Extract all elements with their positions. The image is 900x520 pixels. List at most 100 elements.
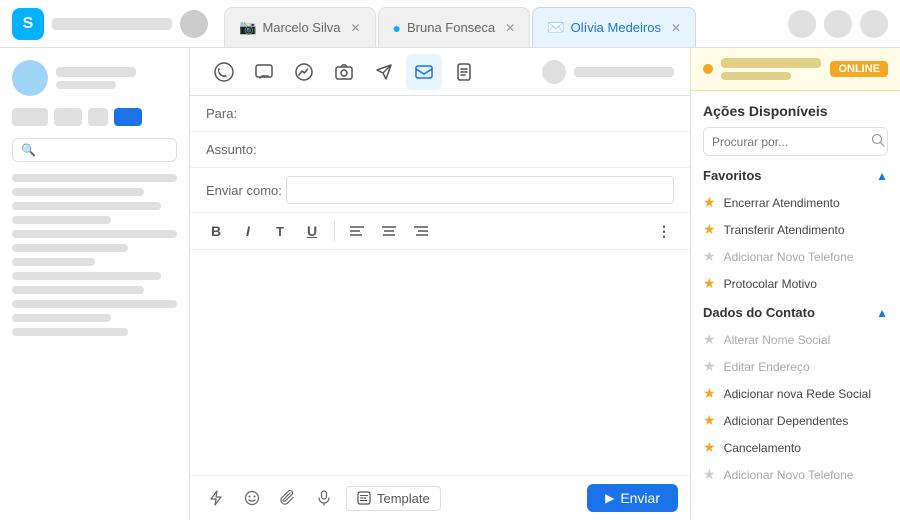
star-icon-encerrar: ★ — [703, 194, 716, 211]
tab-bruna-close[interactable]: ✕ — [505, 21, 515, 35]
template-button[interactable]: Template — [346, 486, 441, 511]
sidebar-tag-3 — [88, 108, 108, 126]
channel-bar — [190, 48, 690, 96]
rp-item-encerrar-label: Encerrar Atendimento — [724, 196, 840, 210]
sidebar-tags — [12, 108, 177, 126]
toolbar-align-right[interactable] — [407, 217, 435, 245]
footer-emoji-icon[interactable] — [238, 484, 266, 512]
compose-enviar-field: Enviar como: — [190, 168, 690, 213]
sidebar-search[interactable]: 🔍 — [12, 138, 177, 162]
rp-badge: ONLINE — [830, 61, 888, 77]
rp-item-alterar[interactable]: ★ Alterar Nome Social — [703, 326, 888, 353]
channel-camera[interactable] — [326, 54, 362, 90]
rp-search-input[interactable] — [712, 135, 867, 149]
star-icon-transferir: ★ — [703, 221, 716, 238]
rp-item-add-phone[interactable]: ★ Adicionar Novo Telefone — [703, 243, 888, 270]
toolbar-align-center[interactable] — [375, 217, 403, 245]
rp-dados-header: Dados do Contato ▲ — [703, 305, 888, 320]
sidebar-search-icon: 🔍 — [21, 143, 36, 157]
rp-header-sk2 — [721, 72, 791, 80]
rp-item-dependentes-label: Adicionar Dependentes — [724, 414, 849, 428]
footer-mic-icon[interactable] — [310, 484, 338, 512]
tab-bruna-label: Bruna Fonseca — [407, 20, 495, 35]
rp-item-add-phone-label: Adicionar Novo Telefone — [724, 250, 854, 264]
rp-item-transferir-label: Transferir Atendimento — [724, 223, 845, 237]
compose-assunto-field: Assunto: — [190, 132, 690, 168]
channel-whatsapp[interactable] — [206, 54, 242, 90]
rp-item-cancelamento[interactable]: ★ Cancelamento — [703, 434, 888, 461]
rp-header-card: ONLINE — [691, 48, 900, 91]
tab-marcelo[interactable]: 📷 Marcelo Silva ✕ — [224, 7, 376, 47]
sidebar-tag-2 — [54, 108, 82, 126]
center-panel: Para: Assunto: Enviar como: B I T U — [190, 48, 690, 520]
channel-chat[interactable] — [246, 54, 282, 90]
star-icon-protocolar: ★ — [703, 275, 716, 292]
rp-item-editar[interactable]: ★ Editar Endereço — [703, 353, 888, 380]
toolbar-italic[interactable]: I — [234, 217, 262, 245]
rp-item-add-social[interactable]: ★ Adicionar nova Rede Social — [703, 380, 888, 407]
rp-favoritos-chevron[interactable]: ▲ — [876, 169, 888, 183]
sidebar-name-skeleton — [56, 67, 136, 77]
rp-item-add-social-label: Adicionar nova Rede Social — [724, 387, 871, 401]
rp-item-protocolar[interactable]: ★ Protocolar Motivo — [703, 270, 888, 297]
rp-item-dependentes[interactable]: ★ Adicionar Dependentes — [703, 407, 888, 434]
logo-icon: S — [12, 8, 44, 40]
editor-toolbar: B I T U ⋮ — [190, 213, 690, 250]
tab-bruna[interactable]: ● Bruna Fonseca ✕ — [378, 7, 531, 47]
channel-email[interactable] — [406, 54, 442, 90]
top-bar-right — [788, 10, 888, 38]
channel-note[interactable] — [446, 54, 482, 90]
rp-header-sk1 — [721, 58, 821, 68]
sidebar-tag-blue — [114, 108, 142, 126]
footer-lightning-icon[interactable] — [202, 484, 230, 512]
tab-olivia[interactable]: ✉️ Olívia Medeiros ✕ — [532, 7, 696, 47]
rp-item-add-phone-2-label: Adicionar Novo Telefone — [724, 468, 854, 482]
rp-item-add-phone-2[interactable]: ★ Adicionar Novo Telefone — [703, 461, 888, 488]
top-bar-btn-1[interactable] — [788, 10, 816, 38]
sidebar-list-item — [12, 216, 111, 224]
rp-dados-label: Dados do Contato — [703, 305, 815, 320]
toolbar-text[interactable]: T — [266, 217, 294, 245]
top-bar: S 📷 Marcelo Silva ✕ ● Bruna Fonseca ✕ ✉️… — [0, 0, 900, 48]
para-input[interactable] — [286, 106, 674, 121]
send-play-icon: ▶ — [605, 491, 614, 505]
tab-bruna-icon: ● — [393, 20, 401, 36]
channel-messenger[interactable] — [286, 54, 322, 90]
star-icon-add-social: ★ — [703, 385, 716, 402]
rp-favoritos-label: Favoritos — [703, 168, 762, 183]
right-panel: ONLINE Ações Disponíveis Favoritos ▲ ★ E… — [690, 48, 900, 520]
send-button[interactable]: ▶ Enviar — [587, 484, 678, 512]
star-icon-add-phone: ★ — [703, 248, 716, 265]
sidebar-list-item — [12, 258, 95, 266]
toolbar-underline[interactable]: U — [298, 217, 326, 245]
sidebar-search-input[interactable] — [40, 143, 168, 157]
sidebar-sub-skeleton — [56, 81, 116, 89]
sidebar-tag-1 — [12, 108, 48, 126]
assunto-label: Assunto: — [206, 142, 286, 157]
rp-item-cancelamento-label: Cancelamento — [724, 441, 801, 455]
channel-send[interactable] — [366, 54, 402, 90]
footer-attachment-icon[interactable] — [274, 484, 302, 512]
editor-footer: Template ▶ Enviar — [190, 475, 690, 520]
tab-marcelo-close[interactable]: ✕ — [350, 21, 360, 35]
sidebar-list-item — [12, 328, 128, 336]
rp-item-transferir[interactable]: ★ Transferir Atendimento — [703, 216, 888, 243]
toolbar-bold[interactable]: B — [202, 217, 230, 245]
assunto-input[interactable] — [286, 142, 674, 157]
rp-dados-chevron[interactable]: ▲ — [876, 306, 888, 320]
para-label: Para: — [206, 106, 286, 121]
email-compose: Para: Assunto: Enviar como: B I T U — [190, 96, 690, 520]
tab-olivia-close[interactable]: ✕ — [671, 21, 681, 35]
sidebar-list-item — [12, 174, 177, 182]
top-bar-btn-3[interactable] — [860, 10, 888, 38]
sidebar-list-item — [12, 202, 161, 210]
sidebar-name-block — [56, 67, 177, 89]
toolbar-align-left[interactable] — [343, 217, 371, 245]
enviar-input[interactable] — [286, 176, 674, 204]
rp-item-encerrar[interactable]: ★ Encerrar Atendimento — [703, 189, 888, 216]
editor-body[interactable] — [190, 250, 690, 475]
sidebar-list-item — [12, 188, 144, 196]
rp-search[interactable] — [703, 127, 888, 156]
top-bar-btn-2[interactable] — [824, 10, 852, 38]
toolbar-more[interactable]: ⋮ — [650, 217, 678, 245]
